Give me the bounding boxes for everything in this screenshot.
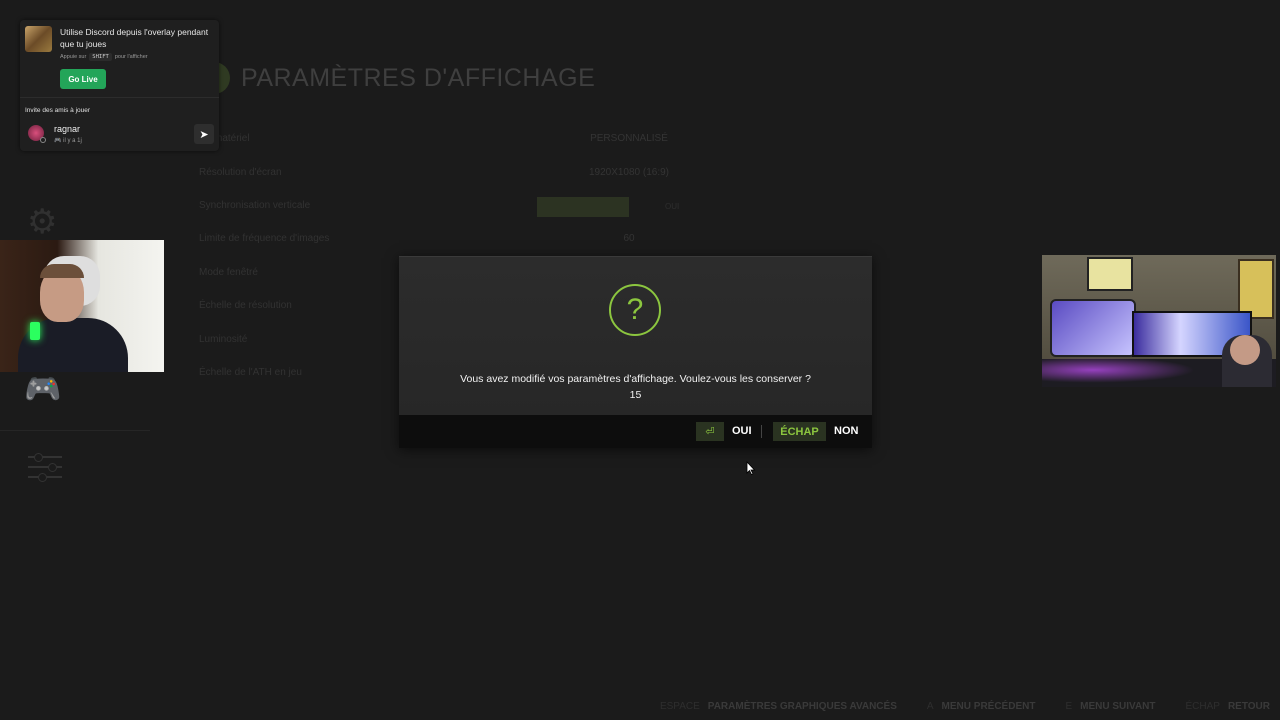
invite-friends-label: Invite des amis à jouer [25,107,91,114]
footer-previous-menu[interactable]: MENU PRÉCÉDENT [942,701,1036,712]
status-indicator [40,137,46,143]
dialog-action-bar: ⏎ OUI ÉCHAP NON [399,415,872,448]
hint-suffix: pour l'afficher [114,54,148,60]
friend-name: ragnar [54,124,81,134]
countdown: 15 [629,389,642,401]
game-thumbnail [25,26,52,52]
footer-key-hints: ESPACE PARAMÈTRES GRAPHIQUES AVANCÉS A M… [660,701,1270,712]
setting-value: PERSONNALISÉ [590,133,668,145]
setting-label: Limite de fréquence d'images [199,233,330,245]
setting-value: 1920X1080 (16:9) [588,166,670,178]
setting-label: Résolution d'écran [199,166,282,178]
confirm-display-settings-dialog: ? Vous avez modifié vos paramètres d'aff… [399,256,872,448]
question-icon: ? [609,284,661,336]
curved-monitor [1050,299,1136,357]
no-button[interactable]: NON [834,425,858,437]
footer-advanced-graphics[interactable]: PARAMÈTRES GRAPHIQUES AVANCÉS [708,701,897,712]
setting-row-resolution[interactable]: Résolution d'écran 1920X1080 (16:9) [199,155,719,188]
setting-row-hardware[interactable]: …l matériel PERSONNALISÉ [199,122,719,155]
dialog-body: ? Vous avez modifié vos paramètres d'aff… [399,256,872,415]
shift-key-badge: SHIFT [89,53,112,61]
person-head [1230,335,1260,365]
controller-icon[interactable]: 🎮 [24,372,61,407]
yes-button[interactable]: OUI [732,425,752,437]
vsync-toggle-off[interactable]: OUI [665,197,679,217]
enter-key-icon[interactable]: ⏎ [696,422,724,441]
invite-arrow-button[interactable]: ➤ [194,124,214,144]
escape-key-badge[interactable]: ÉCHAP [773,422,826,441]
person-hair [40,264,84,278]
setting-row-vsync[interactable]: Synchronisation verticale OUI [199,189,719,222]
wall-poster [1087,257,1133,291]
setting-label: Synchronisation verticale [199,199,311,211]
discord-overlay-panel: Utilise Discord depuis l'overlay pendant… [20,20,219,151]
setting-value: 60 [623,233,635,245]
page-title: PARAMÈTRES D'AFFICHAGE [241,64,596,92]
friend-last-played: 🎮 il y a 1j [54,138,82,144]
nav-divider [0,430,150,431]
sliders-icon[interactable] [28,453,62,484]
footer-key: ÉCHAP [1185,701,1220,712]
cursor-icon [746,461,756,475]
footer-key: E [1065,701,1073,712]
setting-label: …l matériel [199,133,250,145]
rgb-lights [1042,355,1212,385]
discord-overlay-title: Utilise Discord depuis l'overlay pendant… [60,27,209,49]
footer-key: A [926,701,934,712]
green-light [30,322,40,340]
vsync-toggle-on[interactable] [537,196,629,217]
discord-divider [20,97,219,98]
footer-next-menu[interactable]: MENU SUIVANT [1080,701,1155,712]
footer-key: ESPACE [659,701,700,712]
window [1238,259,1274,319]
hint-prefix: Appuie sur [60,54,87,60]
setting-row-framerate[interactable]: Limite de fréquence d'images 60 [199,222,719,255]
dialog-message: Vous avez modifié vos paramètres d'affic… [460,373,811,385]
gear-icon[interactable]: ⚙ [27,202,57,242]
webcam-left [0,240,164,372]
discord-shortcut-hint: Appuie sur SHIFT pour l'afficher [60,53,148,61]
footer-back[interactable]: RETOUR [1228,701,1270,712]
go-live-button[interactable]: Go Live [60,69,106,89]
action-divider [761,425,762,438]
webcam-right [1042,255,1276,387]
